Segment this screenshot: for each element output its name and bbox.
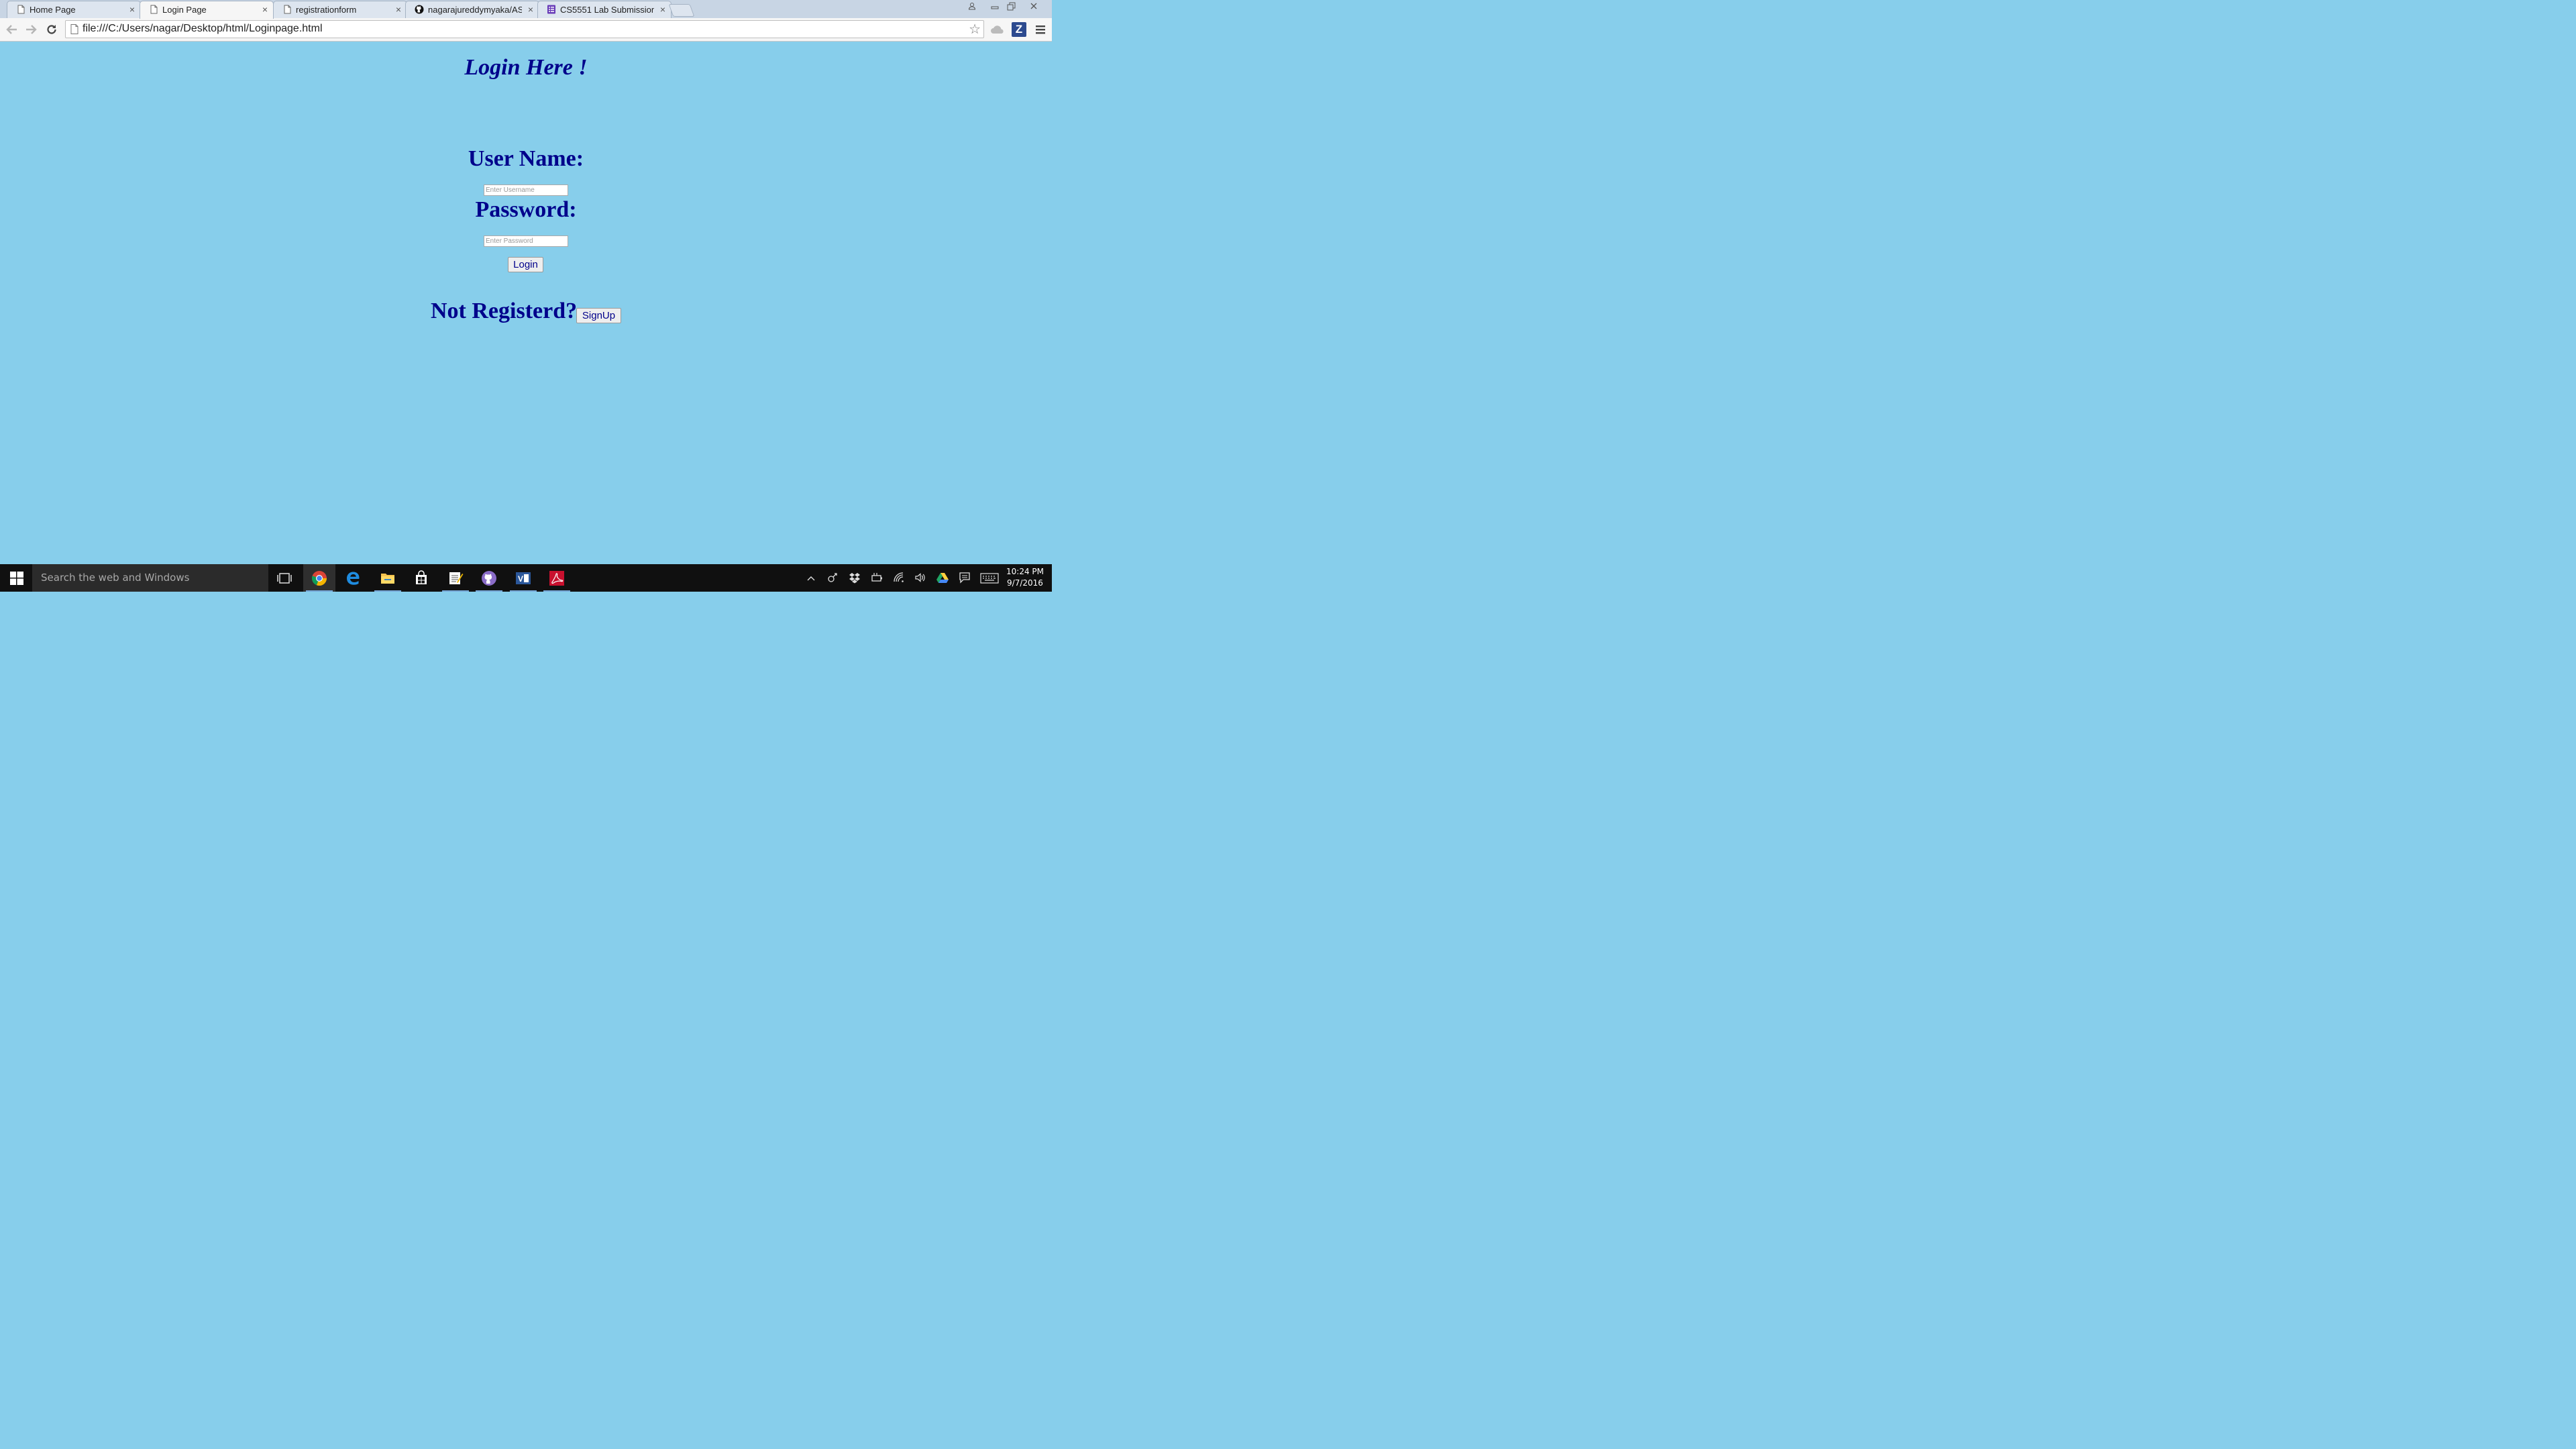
login-button[interactable]: Login bbox=[508, 257, 543, 272]
tab-label: Login Page bbox=[162, 5, 207, 15]
forward-icon[interactable] bbox=[23, 22, 38, 37]
tab-github-ase[interactable]: nagarajureddymyaka/ASE × bbox=[405, 1, 539, 18]
file-explorer-icon[interactable] bbox=[372, 564, 404, 592]
notification-icon[interactable] bbox=[958, 572, 971, 585]
acrobat-icon[interactable] bbox=[541, 564, 573, 592]
task-view-icon[interactable] bbox=[268, 564, 301, 592]
chevron-up-icon[interactable] bbox=[804, 572, 818, 585]
github-icon bbox=[415, 5, 424, 14]
dropbox-icon[interactable] bbox=[848, 572, 861, 585]
address-bar[interactable]: file:///C:/Users/nagar/Desktop/html/Logi… bbox=[65, 20, 984, 38]
forms-icon bbox=[547, 5, 555, 14]
not-registered-label: Not Registerd? bbox=[431, 299, 578, 323]
close-icon[interactable]: × bbox=[129, 4, 135, 15]
tab-registrationform[interactable]: registrationform × bbox=[273, 1, 407, 18]
github-desktop-icon[interactable] bbox=[473, 564, 505, 592]
extension-letter: Z bbox=[1015, 23, 1023, 36]
cloud-extension-icon[interactable] bbox=[990, 22, 1005, 37]
tab-label: registrationform bbox=[296, 5, 357, 15]
bookmark-star-icon[interactable]: ☆ bbox=[969, 22, 981, 37]
username-input[interactable] bbox=[484, 184, 568, 196]
minimize-icon[interactable] bbox=[986, 0, 1004, 12]
page-icon bbox=[17, 5, 25, 14]
svg-text:V: V bbox=[518, 574, 523, 584]
password-label: Password: bbox=[475, 197, 577, 222]
edge-icon[interactable] bbox=[337, 564, 370, 592]
close-window-icon[interactable] bbox=[1025, 0, 1042, 12]
volume-icon[interactable] bbox=[914, 572, 927, 585]
menu-icon[interactable] bbox=[1034, 22, 1049, 37]
tab-label: nagarajureddymyaka/ASE bbox=[428, 5, 522, 15]
close-icon[interactable]: × bbox=[396, 4, 401, 15]
page-icon bbox=[284, 5, 291, 14]
google-drive-icon[interactable] bbox=[936, 572, 949, 585]
new-tab-button[interactable] bbox=[668, 4, 695, 17]
browser-toolbar: file:///C:/Users/nagar/Desktop/html/Logi… bbox=[0, 18, 1052, 42]
keyboard-icon[interactable] bbox=[979, 572, 1000, 585]
profile-icon[interactable] bbox=[963, 0, 981, 12]
signup-button[interactable]: SignUp bbox=[576, 308, 621, 323]
tab-cs5551-lab-submission[interactable]: CS5551 Lab Submission × bbox=[537, 1, 672, 18]
windows-start-icon[interactable] bbox=[0, 564, 32, 592]
close-icon[interactable]: × bbox=[528, 4, 533, 15]
notepad-icon[interactable] bbox=[439, 564, 472, 592]
chrome-icon[interactable] bbox=[303, 564, 335, 592]
zotero-extension-icon[interactable]: Z bbox=[1012, 22, 1026, 37]
satellite-icon[interactable] bbox=[826, 572, 839, 585]
system-clock[interactable]: 10:24 PM 9/7/2016 bbox=[1002, 566, 1048, 589]
taskbar-search-placeholder: Search the web and Windows bbox=[41, 572, 190, 584]
page-title: Login Here ! bbox=[464, 55, 588, 80]
tab-label: CS5551 Lab Submission bbox=[560, 5, 654, 15]
restore-icon[interactable] bbox=[1002, 0, 1020, 12]
back-icon[interactable] bbox=[5, 22, 19, 37]
username-label: User Name: bbox=[468, 146, 584, 171]
tab-login-page[interactable]: Login Page × bbox=[140, 1, 274, 19]
battery-icon[interactable] bbox=[870, 572, 883, 585]
taskbar-search[interactable]: Search the web and Windows bbox=[32, 564, 268, 592]
wifi-icon[interactable] bbox=[892, 572, 906, 585]
tab-home-page[interactable]: Home Page × bbox=[7, 1, 141, 18]
clock-time: 10:24 PM bbox=[1006, 567, 1044, 576]
close-icon[interactable]: × bbox=[262, 4, 268, 15]
page-icon bbox=[70, 24, 78, 34]
page-icon bbox=[150, 5, 158, 14]
tab-strip: Home Page × registrationform × nagarajur… bbox=[0, 0, 1052, 19]
page-content: Login Here ! User Name: Password: Login … bbox=[0, 42, 1052, 564]
visual-studio-icon[interactable]: V bbox=[507, 564, 539, 592]
url-text: file:///C:/Users/nagar/Desktop/html/Logi… bbox=[83, 23, 323, 34]
reload-icon[interactable] bbox=[44, 22, 59, 37]
store-icon[interactable] bbox=[405, 564, 437, 592]
password-input[interactable] bbox=[484, 235, 568, 247]
taskbar: Search the web and Windows V 10:24 PM 9/… bbox=[0, 564, 1052, 592]
tab-label: Home Page bbox=[30, 5, 76, 15]
clock-date: 9/7/2016 bbox=[1007, 578, 1043, 588]
close-icon[interactable]: × bbox=[660, 4, 665, 15]
